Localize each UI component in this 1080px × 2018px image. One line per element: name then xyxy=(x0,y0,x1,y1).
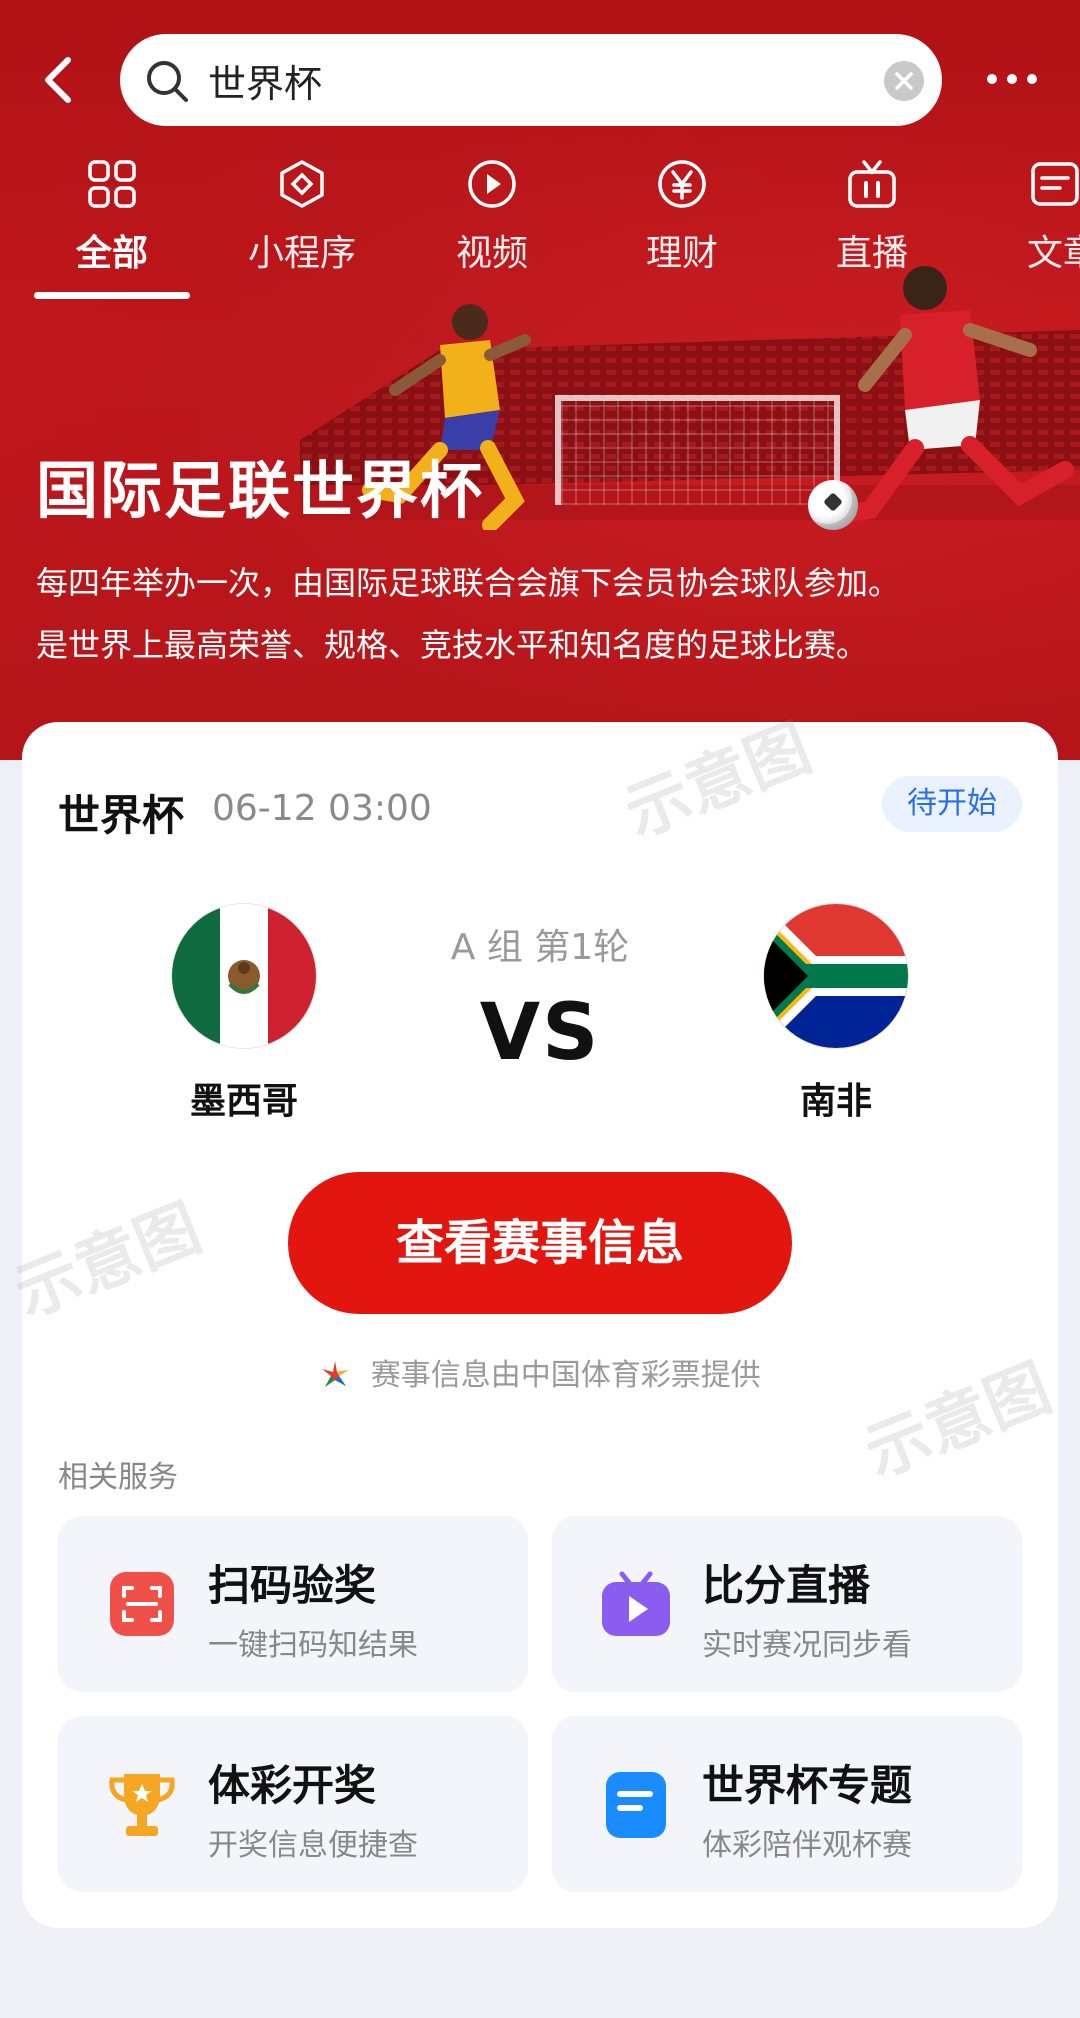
service-title: 世界杯专题 xyxy=(702,1761,913,1810)
hero-description-line: 每四年举办一次，由国际足球联合会旗下会员协会球队参加。 xyxy=(36,564,901,602)
tab-label: 理财 xyxy=(645,233,718,274)
match-time: 06-12 03:00 xyxy=(212,788,432,829)
service-subtitle: 体彩陪伴观杯赛 xyxy=(702,1828,912,1863)
tab-label: 文章 xyxy=(1027,233,1080,274)
article-icon xyxy=(1031,162,1079,206)
active-tab-indicator xyxy=(34,292,190,299)
goal-net-graphic xyxy=(555,395,840,505)
tv-play-icon xyxy=(602,1571,670,1636)
top-bar xyxy=(0,30,1080,130)
tab-label: 直播 xyxy=(835,233,908,274)
tab-video[interactable]: 视频 xyxy=(417,150,567,276)
tab-label: 小程序 xyxy=(247,233,356,274)
trophy-icon xyxy=(109,1774,175,1836)
video-icon xyxy=(468,160,516,208)
hero-title: 国际足联世界杯 xyxy=(36,454,485,527)
hero-description-line: 是世界上最高荣誉、规格、竞技水平和知名度的足球比赛。 xyxy=(36,626,869,664)
service-title: 扫码验奖 xyxy=(208,1561,377,1610)
mini-program-icon xyxy=(280,160,324,208)
service-title: 体彩开奖 xyxy=(208,1761,377,1810)
away-team[interactable]: 南非 xyxy=(736,904,936,1124)
tab-label: 全部 xyxy=(75,233,148,274)
home-team-name: 墨西哥 xyxy=(189,1081,298,1122)
tab-live[interactable]: 直播 xyxy=(797,150,947,276)
football-graphic xyxy=(808,480,858,530)
service-lottery-draw[interactable]: 体彩开奖 开奖信息便捷查 xyxy=(58,1716,528,1892)
service-subtitle: 开奖信息便捷查 xyxy=(208,1828,418,1863)
service-scan-prize[interactable]: 扫码验奖 一键扫码知结果 xyxy=(58,1516,528,1692)
clear-icon[interactable] xyxy=(884,61,924,101)
lottery-logo-icon xyxy=(322,1361,349,1387)
category-tabs: 全部 小程序 视频 理财 直播 文 xyxy=(0,150,1080,310)
hero-description: 每四年举办一次，由国际足球联合会旗下会员协会球队参加。 是世界上最高荣誉、规格、… xyxy=(36,552,1066,676)
services-section-label: 相关服务 xyxy=(58,1460,178,1495)
tab-finance[interactable]: 理财 xyxy=(607,150,757,276)
tab-article[interactable]: 文章 xyxy=(987,150,1080,276)
service-worldcup-topic[interactable]: 世界杯专题 体彩陪伴观杯赛 xyxy=(552,1716,1022,1892)
away-team-name: 南非 xyxy=(799,1081,872,1122)
search-input[interactable] xyxy=(208,54,848,106)
provider-text: 赛事信息由中国体育彩票提供 xyxy=(370,1358,761,1393)
grid-icon xyxy=(88,160,136,208)
south-africa-flag-icon xyxy=(764,904,908,1048)
tab-label: 视频 xyxy=(455,233,528,274)
service-title: 比分直播 xyxy=(702,1561,871,1610)
search-icon xyxy=(147,61,188,102)
yuan-icon xyxy=(658,160,706,208)
tab-mini-program[interactable]: 小程序 xyxy=(227,150,377,276)
view-match-info-button[interactable]: 查看赛事信息 xyxy=(288,1172,792,1314)
service-subtitle: 一键扫码知结果 xyxy=(208,1628,418,1663)
more-options-icon[interactable] xyxy=(984,64,1040,94)
status-badge: 待开始 xyxy=(882,776,1022,832)
search-box xyxy=(120,34,942,126)
live-tv-icon xyxy=(848,160,896,208)
tab-all[interactable]: 全部 xyxy=(37,150,187,276)
hero-banner: 全部 小程序 视频 理财 xyxy=(0,0,1080,760)
match-title: 世界杯 xyxy=(58,791,185,840)
back-arrow-icon[interactable] xyxy=(30,50,90,110)
topic-doc-icon xyxy=(606,1772,666,1838)
service-live-score[interactable]: 比分直播 实时赛况同步看 xyxy=(552,1516,1022,1692)
service-subtitle: 实时赛况同步看 xyxy=(702,1628,912,1663)
scan-icon xyxy=(110,1572,174,1636)
match-card: 世界杯 06-12 03:00 待开始 墨西哥 A 组 第1轮 VS 南非 查看… xyxy=(22,722,1058,1928)
